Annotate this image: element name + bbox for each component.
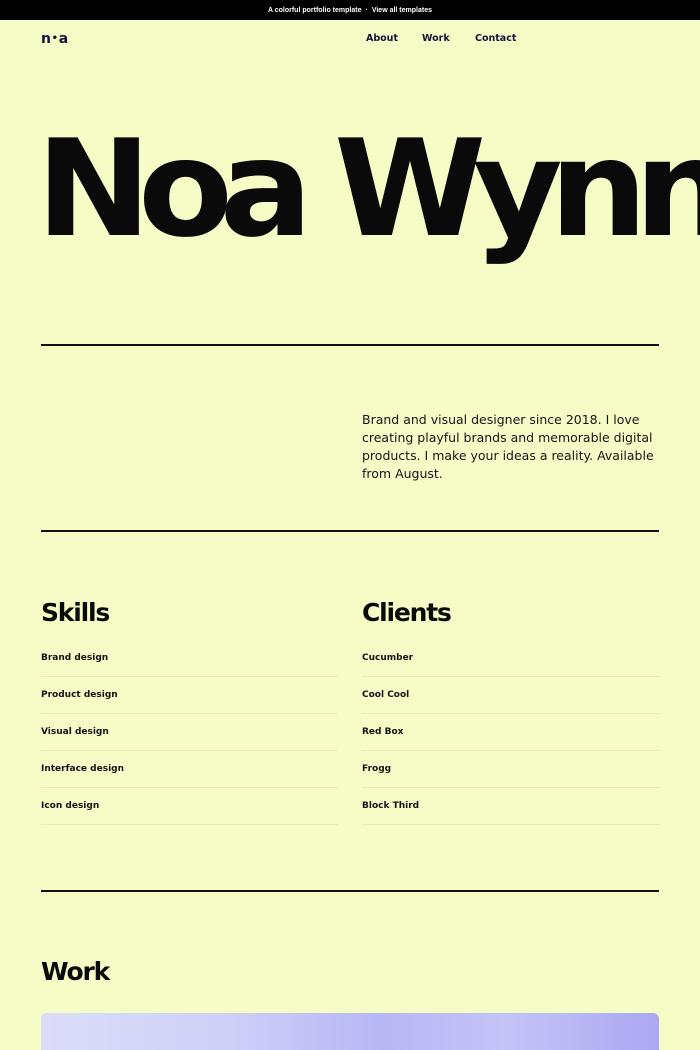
divider	[41, 344, 659, 346]
intro-text: Brand and visual designer since 2018. I …	[362, 412, 654, 481]
client-item: Cool Cool	[362, 677, 659, 714]
work-project-card[interactable]	[41, 1013, 659, 1050]
client-item: Cucumber	[362, 640, 659, 677]
nav-contact-link[interactable]: Contact	[475, 33, 516, 44]
hero-name: Noa Wynn	[36, 111, 700, 267]
client-item: Red Box	[362, 714, 659, 751]
logo-letter-a: a	[58, 31, 68, 47]
banner-separator: ·	[365, 6, 368, 14]
skill-item: Icon design	[41, 788, 338, 825]
nav-work-link[interactable]: Work	[422, 33, 450, 44]
clients-heading: Clients	[362, 598, 452, 627]
logo-letter-n: n	[41, 31, 51, 47]
divider	[41, 890, 659, 892]
work-heading: Work	[41, 957, 110, 986]
skill-item: Product design	[41, 677, 338, 714]
skill-item: Interface design	[41, 751, 338, 788]
clients-list: Cucumber Cool Cool Red Box Frogg Block T…	[362, 640, 659, 825]
logo-dot: •	[51, 33, 58, 44]
nav-about-link[interactable]: About	[366, 33, 398, 44]
client-item: Block Third	[362, 788, 659, 825]
client-item: Frogg	[362, 751, 659, 788]
view-all-templates-link[interactable]: View all templates	[372, 7, 432, 14]
banner-text: A colorful portfolio template	[268, 6, 362, 14]
divider	[41, 530, 659, 532]
top-banner: A colorful portfolio template · View all…	[0, 0, 700, 20]
skill-item: Visual design	[41, 714, 338, 751]
logo[interactable]: n•a	[41, 31, 68, 47]
skills-list: Brand design Product design Visual desig…	[41, 640, 338, 825]
skill-item: Brand design	[41, 640, 338, 677]
skills-heading: Skills	[41, 598, 110, 627]
